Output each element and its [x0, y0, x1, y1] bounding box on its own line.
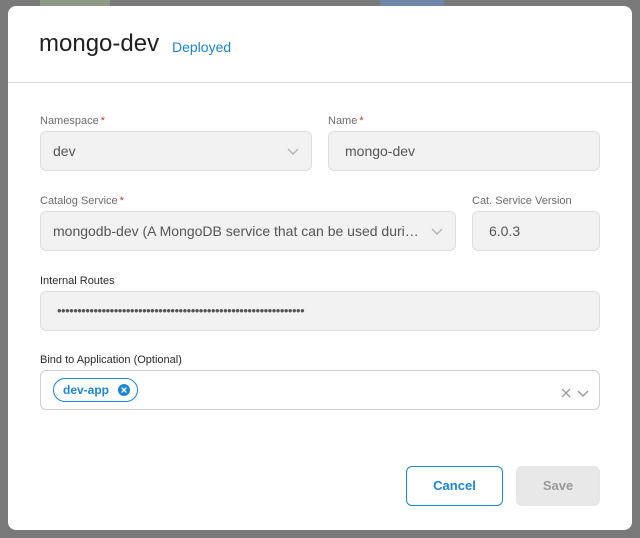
application-chip-label: dev-app: [63, 383, 110, 397]
cat-service-version-value: 6.0.3: [489, 223, 521, 239]
close-icon[interactable]: [561, 385, 571, 398]
service-instance-dialog: mongo-dev Deployed Namespace * dev Name * …: [8, 6, 632, 530]
catalog-service-label: Catalog Service *: [40, 195, 124, 207]
application-chip[interactable]: dev-app: [53, 378, 139, 402]
catalog-service-value: mongodb-dev (A MongoDB service that can …: [53, 223, 421, 239]
internal-routes-label: Internal Routes: [40, 275, 115, 287]
catalog-service-select[interactable]: mongodb-dev (A MongoDB service that can …: [40, 211, 456, 251]
chevron-down-icon[interactable]: [577, 385, 589, 397]
required-mark: *: [119, 195, 124, 207]
name-value: mongo-dev: [345, 143, 416, 159]
bind-to-application-select[interactable]: dev-app: [40, 370, 600, 410]
chevron-down-icon: [431, 226, 443, 236]
namespace-select[interactable]: dev: [40, 131, 312, 171]
namespace-label-text: Namespace: [40, 115, 99, 127]
catalog-service-label-text: Catalog Service: [40, 195, 118, 207]
name-label: Name *: [328, 115, 364, 127]
required-mark: *: [100, 115, 105, 127]
name-field[interactable]: mongo-dev: [328, 131, 600, 171]
cat-service-version-label: Cat. Service Version: [472, 195, 572, 207]
cat-service-version-field[interactable]: 6.0.3: [472, 211, 600, 251]
internal-routes-field[interactable]: ••••••••••••••••••••••••••••••••••••••••…: [40, 291, 600, 331]
dialog-title: mongo-dev: [39, 30, 160, 57]
status-badge: Deployed: [172, 39, 232, 55]
internal-routes-value: ••••••••••••••••••••••••••••••••••••••••…: [57, 303, 305, 318]
required-mark: *: [359, 115, 364, 127]
close-circle-icon[interactable]: [118, 384, 131, 396]
bind-to-application-label: Bind to Application (Optional): [40, 354, 182, 366]
save-button[interactable]: Save: [516, 466, 600, 506]
namespace-label: Namespace *: [40, 115, 105, 127]
namespace-value: dev: [53, 143, 76, 159]
chevron-down-icon: [287, 146, 299, 156]
name-label-text: Name: [328, 115, 358, 127]
dialog-header: mongo-dev Deployed: [8, 6, 632, 83]
cancel-button[interactable]: Cancel: [406, 466, 503, 506]
